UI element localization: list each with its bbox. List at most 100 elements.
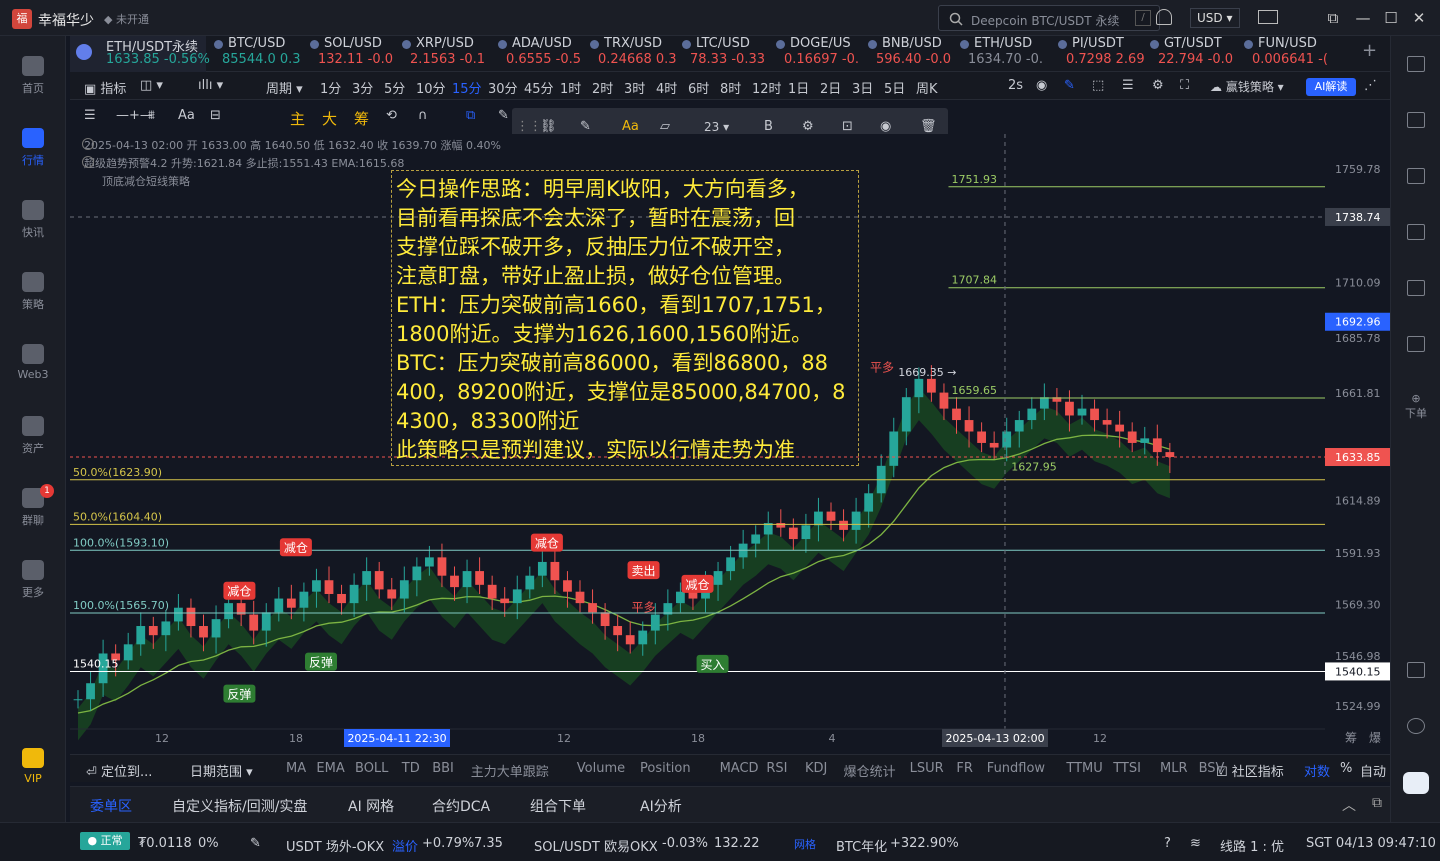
card-icon[interactable] [1407, 336, 1425, 352]
camera-icon[interactable]: ◉ [1036, 78, 1047, 93]
replay-icon[interactable]: ⟲ [386, 108, 397, 123]
headset-icon[interactable] [1407, 718, 1425, 734]
candle-type-icon[interactable]: ıllı ▾ [198, 78, 223, 93]
interval-18[interactable]: 周K [916, 78, 938, 97]
minimize-icon[interactable]: — [1352, 7, 1374, 29]
interval-9[interactable]: 3时 [624, 78, 645, 97]
edit-icon[interactable]: ✎ [580, 119, 591, 134]
indicator-12[interactable]: LSUR [910, 761, 944, 776]
interval-6[interactable]: 45分 [524, 78, 554, 97]
ruler-icon[interactable]: ⊟ [210, 108, 221, 123]
settings-icon[interactable]: ⚙ [1152, 78, 1164, 93]
indicator-14[interactable]: Fundflow [987, 761, 1045, 776]
indicator-4[interactable]: BBI [432, 761, 454, 776]
list-icon[interactable]: ☰ [1122, 78, 1134, 93]
indicator-3[interactable]: TD [402, 761, 420, 776]
sidebar-item-3[interactable]: 策略 [0, 272, 66, 312]
date-range-button[interactable]: 日期范围 ▾ [190, 761, 253, 780]
ticker-tab[interactable]: LTC/USD 78.33 -0.33 [674, 36, 768, 72]
multi-line-icon[interactable]: ⩩ [148, 108, 155, 123]
edit-status-icon[interactable]: ✎ [250, 836, 261, 851]
indicator-8[interactable]: MACD [720, 761, 759, 776]
indicator-17[interactable]: MLR [1160, 761, 1188, 776]
copy-icon[interactable]: ⧉ [466, 108, 475, 123]
interval-1[interactable]: 3分 [352, 78, 373, 97]
interval-12[interactable]: 8时 [720, 78, 741, 97]
ticker-tab[interactable]: ETH/USD 1634.70 -0. [952, 36, 1050, 72]
collapse-icon[interactable]: ︿ [1342, 795, 1356, 815]
font-size-select[interactable]: 23 ▾ [704, 120, 729, 134]
indicator-6[interactable]: Volume [577, 761, 625, 776]
layout-icon[interactable] [1407, 662, 1425, 678]
log-toggle[interactable]: 对数 [1304, 761, 1330, 780]
sidebar-item-6[interactable]: 1 群聊 [0, 484, 66, 528]
share-icon[interactable]: ⋰ [1364, 78, 1377, 93]
tab-2[interactable]: AI 网格 [348, 796, 394, 816]
legend-eye-icon-2[interactable] [82, 156, 94, 168]
sidebar-item-7[interactable]: 更多 [0, 560, 66, 600]
bold-button[interactable]: B [764, 119, 773, 134]
strategy-note-text[interactable]: 今日操作思路：明早周K收阳，大方向看多， 目前看再探底不会太深了，暂时在震荡，回支… [391, 170, 859, 466]
indicator-10[interactable]: KDJ [805, 761, 827, 776]
indicator-9[interactable]: RSI [766, 761, 787, 776]
auto-toggle[interactable]: 自动 [1360, 761, 1386, 780]
indicator-18[interactable]: BSV [1199, 761, 1225, 776]
watchlist-icon[interactable] [1407, 56, 1425, 72]
monitor-icon[interactable] [1407, 280, 1425, 296]
pen-icon[interactable]: ✎ [1064, 78, 1075, 93]
indicator-7[interactable]: Position [640, 761, 691, 776]
tab-4[interactable]: 组合下单 [530, 796, 586, 816]
tab-1[interactable]: 自定义指标/回测/实盘 [172, 796, 307, 816]
drag-handle-icon[interactable]: ⋮⋮ [516, 119, 542, 134]
indicators-button[interactable]: ▣ 指标 [84, 78, 126, 97]
sidebar-item-1[interactable]: 行情 [0, 128, 66, 168]
ticker-tab[interactable]: ETH/USDT永续 1633.85 -0.56% [70, 36, 210, 72]
fullscreen-icon[interactable]: ⛶ [1180, 78, 1189, 93]
close-icon[interactable]: ✕ [1408, 7, 1430, 29]
delete-icon[interactable]: 🗑 [920, 119, 937, 134]
percent-toggle[interactable]: % [1340, 761, 1352, 776]
chip-button[interactable]: 筹 [354, 108, 369, 129]
interval-8[interactable]: 2时 [592, 78, 613, 97]
bell-icon[interactable] [1156, 9, 1172, 25]
ticker-tab[interactable]: SOL/USD 132.11 -0.0 [302, 36, 394, 72]
ticker-tab[interactable]: BTC/USD 85544.0 0.3 [206, 36, 302, 72]
chart-type-icon[interactable]: ◫ ▾ [140, 78, 163, 93]
trend-icon[interactable] [1407, 224, 1425, 240]
popout-icon[interactable]: ⧉ [1322, 7, 1344, 29]
open-status[interactable]: ◆ 未开通 [104, 11, 149, 27]
text-icon[interactable]: Aa [178, 108, 195, 123]
interval-16[interactable]: 3日 [852, 78, 873, 97]
interval-11[interactable]: 6时 [688, 78, 709, 97]
indicator-0[interactable]: MA [286, 761, 306, 776]
period-button[interactable]: 周期 ▾ [266, 78, 303, 97]
ticker-tab[interactable]: TRX/USD 0.24668 0.3 [582, 36, 677, 72]
big-button[interactable]: 大 [322, 108, 337, 129]
mail-icon[interactable] [1258, 10, 1278, 24]
ticker-tab[interactable]: DOGE/US 0.16697 -0. [768, 36, 860, 72]
indicator-13[interactable]: FR [956, 761, 973, 776]
sidebar-item-5[interactable]: 资产 [0, 416, 66, 456]
expand-icon[interactable]: ⧉ [1372, 795, 1382, 811]
interval-17[interactable]: 5日 [884, 78, 905, 97]
lines-icon[interactable]: ☰ [84, 108, 96, 123]
chip-corner-label[interactable]: 筹 [1345, 731, 1357, 745]
indicator-1[interactable]: EMA [316, 761, 344, 776]
indicator-15[interactable]: TTMU [1066, 761, 1102, 776]
ai-interpret-button[interactable]: AI解读 [1306, 78, 1356, 96]
interval-2[interactable]: 5分 [384, 78, 405, 97]
indicator-5[interactable]: 主力大单跟踪 [471, 761, 549, 780]
notes-icon[interactable] [1407, 112, 1425, 128]
legend-eye-icon[interactable] [82, 138, 94, 150]
strategy-button[interactable]: ☁ 赢钱策略 ▾ [1210, 78, 1284, 95]
ticker-tab[interactable]: XRP/USD 2.1563 -0.1 [394, 36, 490, 72]
sidebar-item-8[interactable]: VIP [0, 748, 66, 785]
magnet-icon[interactable]: ∩ [418, 108, 428, 123]
lock-icon[interactable]: ⊡ [842, 119, 853, 134]
currency-select[interactable]: USD ▾ [1190, 8, 1240, 28]
interval-5[interactable]: 30分 [488, 78, 518, 97]
interval-13[interactable]: 12时 [752, 78, 782, 97]
bg-color-icon[interactable]: ▱ [660, 119, 670, 134]
ticker-tab[interactable]: PI/USDT 0.7298 2.69 [1050, 36, 1145, 72]
burst-corner-label[interactable]: 爆 [1369, 731, 1381, 745]
